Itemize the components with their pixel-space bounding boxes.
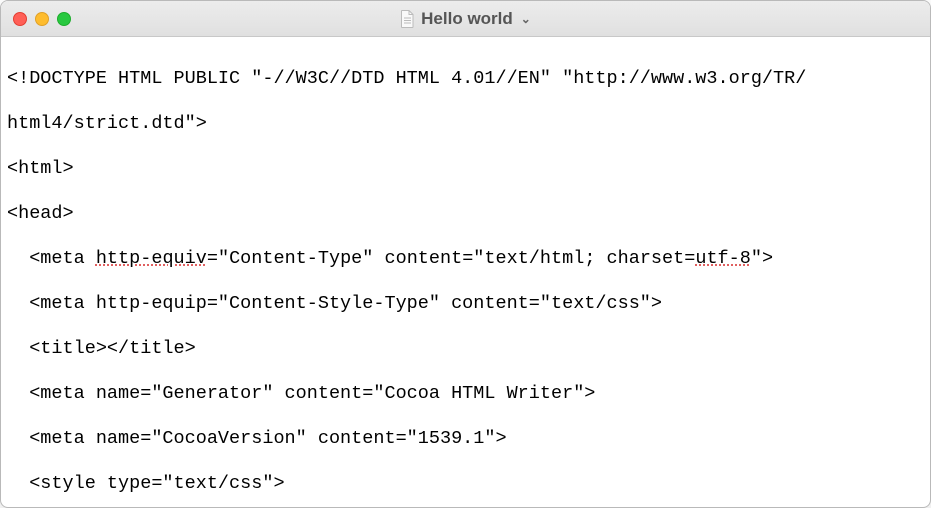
minimize-button[interactable] [35, 12, 49, 26]
spell-underline: http-equiv [96, 248, 207, 269]
window-title: Hello world [421, 9, 513, 29]
code-line: <meta name="CocoaVersion" content="1539.… [7, 428, 924, 451]
code-line: <meta name="Generator" content="Cocoa HT… [7, 383, 924, 406]
traffic-lights [1, 12, 71, 26]
code-line: <head> [7, 203, 924, 226]
title-center: Hello world ⌄ [1, 9, 930, 29]
spell-underline: utf-8 [695, 248, 751, 269]
code-line: <html> [7, 158, 924, 181]
text-editor-content[interactable]: <!DOCTYPE HTML PUBLIC "-//W3C//DTD HTML … [1, 37, 930, 507]
titlebar[interactable]: Hello world ⌄ [1, 1, 930, 37]
code-line: <title></title> [7, 338, 924, 361]
zoom-button[interactable] [57, 12, 71, 26]
code-line: <style type="text/css"> [7, 473, 924, 496]
code-line: <meta http-equiv="Content-Type" content=… [7, 248, 924, 271]
code-line: <!DOCTYPE HTML PUBLIC "-//W3C//DTD HTML … [7, 68, 924, 91]
code-line: <meta http-equip="Content-Style-Type" co… [7, 293, 924, 316]
document-icon [400, 10, 415, 28]
editor-window: Hello world ⌄ <!DOCTYPE HTML PUBLIC "-//… [0, 0, 931, 508]
close-button[interactable] [13, 12, 27, 26]
chevron-down-icon[interactable]: ⌄ [521, 12, 531, 26]
code-line: html4/strict.dtd"> [7, 113, 924, 136]
